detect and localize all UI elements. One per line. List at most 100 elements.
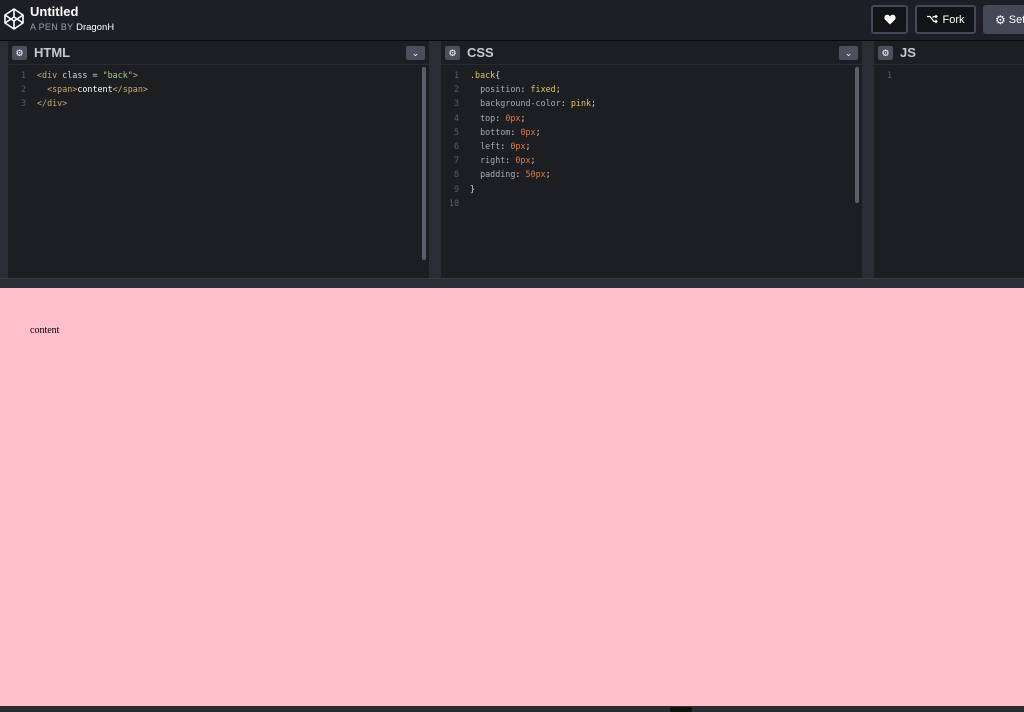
settings-button[interactable]: ⚙ Set	[983, 5, 1024, 34]
code-token: 0px	[515, 155, 531, 166]
code-line[interactable]: 3 </div>	[8, 96, 429, 110]
code-token: .back	[470, 70, 496, 80]
code-token: :	[505, 155, 516, 166]
html-code[interactable]: 1 <div class = "back"> 2 <span>content</sp…	[8, 68, 429, 111]
code-line[interactable]: 2 position: fixed;	[441, 82, 862, 96]
html-scrollbar[interactable]	[422, 67, 426, 260]
code-token: top	[470, 112, 496, 123]
code-line[interactable]: 1	[874, 68, 1024, 82]
css-editor-panel: ⚙ CSS ⌄ 1 .back{2 position: fixed; 3 backg…	[441, 41, 862, 278]
code-token: {	[495, 70, 501, 80]
css-panel-header: ⚙ CSS ⌄	[441, 41, 862, 65]
code-text: padding: 50px;	[470, 167, 551, 181]
code-token: =	[87, 70, 103, 80]
code-token: ;	[555, 84, 561, 95]
line-number: 4	[453, 112, 459, 123]
code-line[interactable]: 2 <span>content</span>	[8, 82, 429, 96]
code-text: left: 0px;	[470, 139, 530, 153]
code-token: ;	[535, 126, 541, 137]
codepen-logo-icon[interactable]	[4, 8, 24, 30]
fork-button[interactable]: Fork	[915, 5, 976, 34]
css-settings-gear-icon[interactable]: ⚙	[445, 46, 460, 60]
js-settings-gear-icon[interactable]: ⚙	[878, 46, 893, 60]
line-number: 6	[453, 140, 459, 151]
line-number: 10	[448, 197, 459, 208]
editor-area: ⚙ HTML ⌄ 1 <div class = "back"> 2 <span>co…	[0, 41, 1024, 278]
heart-icon	[883, 14, 896, 25]
pen-byline: A PEN BY DragonH	[30, 22, 114, 33]
pen-title[interactable]: Untitled	[30, 4, 78, 19]
heart-button[interactable]	[871, 5, 908, 34]
fork-label: Fork	[942, 13, 965, 26]
html-editor-panel: ⚙ HTML ⌄ 1 <div class = "back"> 2 <span>co…	[8, 41, 429, 278]
code-token: left	[470, 140, 501, 151]
top-header: Untitled A PEN BY DragonH Fork ⚙ Set	[0, 0, 1024, 41]
line-number: 3	[453, 98, 459, 109]
settings-label: Set	[1008, 13, 1024, 26]
code-token: background-color	[470, 98, 561, 109]
css-code[interactable]: 1 .back{2 position: fixed; 3 background-co…	[441, 68, 862, 210]
line-number: 1	[886, 70, 892, 80]
code-line[interactable]: 1 <div class = "back">	[8, 68, 429, 82]
html-chevron-down-icon[interactable]: ⌄	[406, 46, 425, 60]
code-text: </div>	[37, 96, 67, 110]
code-token: fixed	[530, 84, 556, 95]
code-text: bottom: 0px;	[470, 125, 541, 139]
code-line[interactable]: 5 bottom: 0px;	[441, 125, 862, 139]
code-token: >	[132, 70, 138, 80]
code-token: :	[500, 140, 511, 151]
code-line[interactable]: 9}	[441, 182, 862, 196]
byline-label: A PEN BY	[30, 22, 74, 32]
code-text: <span>content</span>	[37, 82, 148, 96]
js-panel-title: JS	[900, 45, 916, 60]
code-token: content	[77, 84, 113, 95]
html-settings-gear-icon[interactable]: ⚙	[12, 46, 27, 60]
code-token: right	[470, 155, 506, 166]
code-token: "back"	[102, 70, 133, 80]
css-panel-title: CSS	[467, 45, 494, 60]
html-panel-header: ⚙ HTML ⌄	[8, 41, 429, 65]
line-number: 7	[453, 155, 459, 166]
code-token: position	[470, 84, 521, 95]
author-link[interactable]: DragonH	[76, 22, 114, 33]
code-token: ;	[520, 112, 526, 123]
code-text: }	[470, 182, 475, 196]
code-line[interactable]: 7 right: 0px;	[441, 153, 862, 167]
code-token: 0px	[520, 126, 536, 137]
code-token: 0px	[505, 112, 521, 123]
code-token: class	[62, 70, 88, 80]
footer-handle[interactable]	[670, 707, 692, 712]
line-number: 8	[453, 169, 459, 180]
code-token: </span>	[112, 84, 148, 95]
code-token: padding	[470, 169, 516, 180]
code-token: ;	[545, 169, 551, 180]
code-token: ;	[530, 155, 536, 166]
line-number: 1	[453, 70, 459, 80]
code-text: background-color: pink;	[470, 96, 596, 110]
code-line[interactable]: 1 .back{	[441, 68, 862, 82]
js-editor-panel: ⚙ JS 1	[874, 41, 1024, 278]
code-token: bottom	[470, 126, 511, 137]
code-token: <span>	[37, 84, 78, 95]
code-text: .back{	[470, 68, 500, 82]
line-number: 2	[20, 84, 26, 95]
preview-frame[interactable]: content	[0, 288, 1024, 706]
code-line[interactable]: 6 left: 0px;	[441, 139, 862, 153]
code-line[interactable]: 4 top: 0px;	[441, 111, 862, 125]
js-code[interactable]: 1	[874, 68, 1024, 82]
code-token: pink	[570, 98, 592, 109]
code-line[interactable]: 10	[441, 196, 862, 210]
code-token: :	[560, 98, 571, 109]
code-line[interactable]: 3 background-color: pink;	[441, 96, 862, 110]
code-text: right: 0px;	[470, 153, 536, 167]
css-scrollbar[interactable]	[855, 67, 859, 203]
code-text: position: fixed;	[470, 82, 561, 96]
preview-resizer[interactable]	[0, 278, 1024, 288]
line-number: 9	[453, 183, 459, 194]
code-line[interactable]: 8 padding: 50px;	[441, 167, 862, 181]
code-text: <div class = "back">	[37, 68, 138, 82]
code-token: }	[470, 183, 476, 194]
line-number: 1	[20, 70, 26, 80]
css-chevron-down-icon[interactable]: ⌄	[839, 46, 858, 60]
code-token: 0px	[510, 140, 526, 151]
